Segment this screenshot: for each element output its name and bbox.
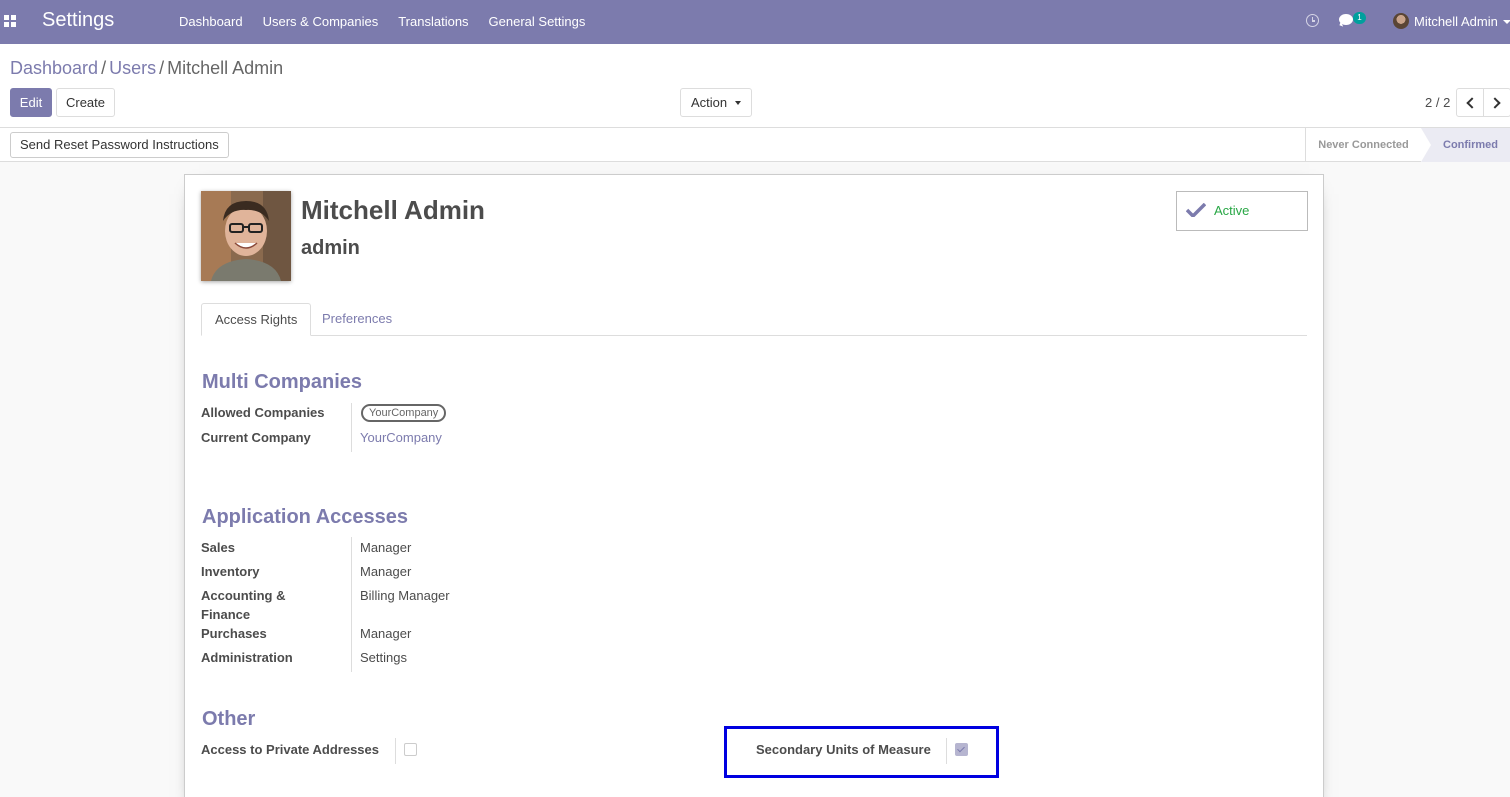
active-label: Active <box>1214 203 1250 218</box>
pager-value[interactable]: 2 / 2 <box>1425 88 1450 117</box>
check-icon <box>1186 203 1206 217</box>
field-label-inventory: Inventory <box>201 564 260 579</box>
field-label-purchases: Purchases <box>201 626 267 641</box>
chat-icon[interactable] <box>1339 14 1353 25</box>
breadcrumb-current: Mitchell Admin <box>167 58 284 78</box>
pager-previous-button[interactable] <box>1456 88 1484 117</box>
chat-badge: 1 <box>1353 12 1366 24</box>
menu-item-users-companies[interactable]: Users & Companies <box>253 0 389 44</box>
section-title-multi-companies: Multi Companies <box>202 371 363 393</box>
private-addresses-checkbox[interactable] <box>404 743 417 756</box>
menu-item-dashboard[interactable]: Dashboard <box>169 0 253 44</box>
field-label-allowed-companies: Allowed Companies <box>201 405 325 420</box>
field-value-administration: Settings <box>360 650 407 665</box>
highlight-annotation-box <box>724 726 999 778</box>
edit-button[interactable]: Edit <box>10 88 52 117</box>
action-dropdown-button[interactable]: Action <box>680 88 752 117</box>
field-divider <box>395 738 396 764</box>
field-label-private-addresses: Access to Private Addresses <box>201 742 380 757</box>
stage-confirmed: Confirmed <box>1421 128 1510 162</box>
caret-down-icon <box>735 101 741 105</box>
breadcrumb-separator: / <box>159 58 165 78</box>
tab-access-rights[interactable]: Access Rights <box>201 303 312 336</box>
activity-clock-icon[interactable] <box>1306 14 1319 27</box>
user-menu-name[interactable]: Mitchell Admin <box>1414 0 1498 43</box>
chevron-right-icon <box>1489 97 1501 109</box>
active-toggle-button[interactable]: Active <box>1176 191 1308 231</box>
field-label-sales: Sales <box>201 540 235 555</box>
current-company-link[interactable]: YourCompany <box>360 428 442 447</box>
field-label-accounting-finance: Accounting & Finance <box>201 588 286 622</box>
user-photo[interactable] <box>201 191 291 281</box>
control-panel: Dashboard / Users / Mitchell Admin Edit Crea… <box>0 44 1510 128</box>
form-statusbar: Send Reset Password Instructions Never C… <box>0 128 1510 162</box>
user-name-title: Mitchell Admin <box>301 195 485 225</box>
menu-item-translations[interactable]: Translations <box>388 0 478 44</box>
field-value-inventory: Manager <box>360 564 412 579</box>
menu-item-general-settings[interactable]: General Settings <box>479 0 596 44</box>
stage-arrow <box>1421 128 1431 162</box>
tab-preferences[interactable]: Preferences <box>309 303 405 336</box>
field-divider <box>351 537 352 672</box>
user-avatar[interactable] <box>1393 13 1409 29</box>
field-divider <box>351 403 352 452</box>
main-menu: Dashboard Users & Companies Translations… <box>169 0 595 44</box>
caret-down-icon[interactable] <box>1503 20 1510 24</box>
user-login: admin <box>301 237 360 259</box>
breadcrumb-users[interactable]: Users <box>109 58 156 78</box>
pager-next-button[interactable] <box>1483 88 1510 117</box>
field-value-accounting-finance: Billing Manager <box>360 588 450 603</box>
breadcrumb-separator: / <box>101 58 107 78</box>
chevron-left-icon <box>1466 97 1478 109</box>
company-tag[interactable]: YourCompany <box>361 404 447 422</box>
field-value-purchases: Manager <box>360 626 412 641</box>
send-reset-password-button[interactable]: Send Reset Password Instructions <box>10 132 229 158</box>
field-label-administration: Administration <box>201 650 293 665</box>
field-label-current-company: Current Company <box>201 430 311 445</box>
breadcrumb: Dashboard / Users / Mitchell Admin <box>10 58 283 79</box>
top-navbar: Settings Dashboard Users & Companies Tra… <box>0 0 1510 44</box>
action-label: Action <box>691 95 728 110</box>
apps-menu-icon[interactable] <box>4 15 16 27</box>
section-title-other: Other <box>202 708 256 730</box>
field-value-sales: Manager <box>360 540 412 555</box>
create-button[interactable]: Create <box>56 88 115 117</box>
breadcrumb-dashboard[interactable]: Dashboard <box>10 58 98 78</box>
stage-never-connected: Never Connected <box>1305 128 1421 162</box>
form-tabs: Access Rights Preferences <box>201 303 1307 336</box>
section-title-application-accesses: Application Accesses <box>202 506 409 528</box>
app-title[interactable]: Settings <box>42 9 114 32</box>
form-sheet: Mitchell Admin admin Active Access Right… <box>184 174 1324 797</box>
